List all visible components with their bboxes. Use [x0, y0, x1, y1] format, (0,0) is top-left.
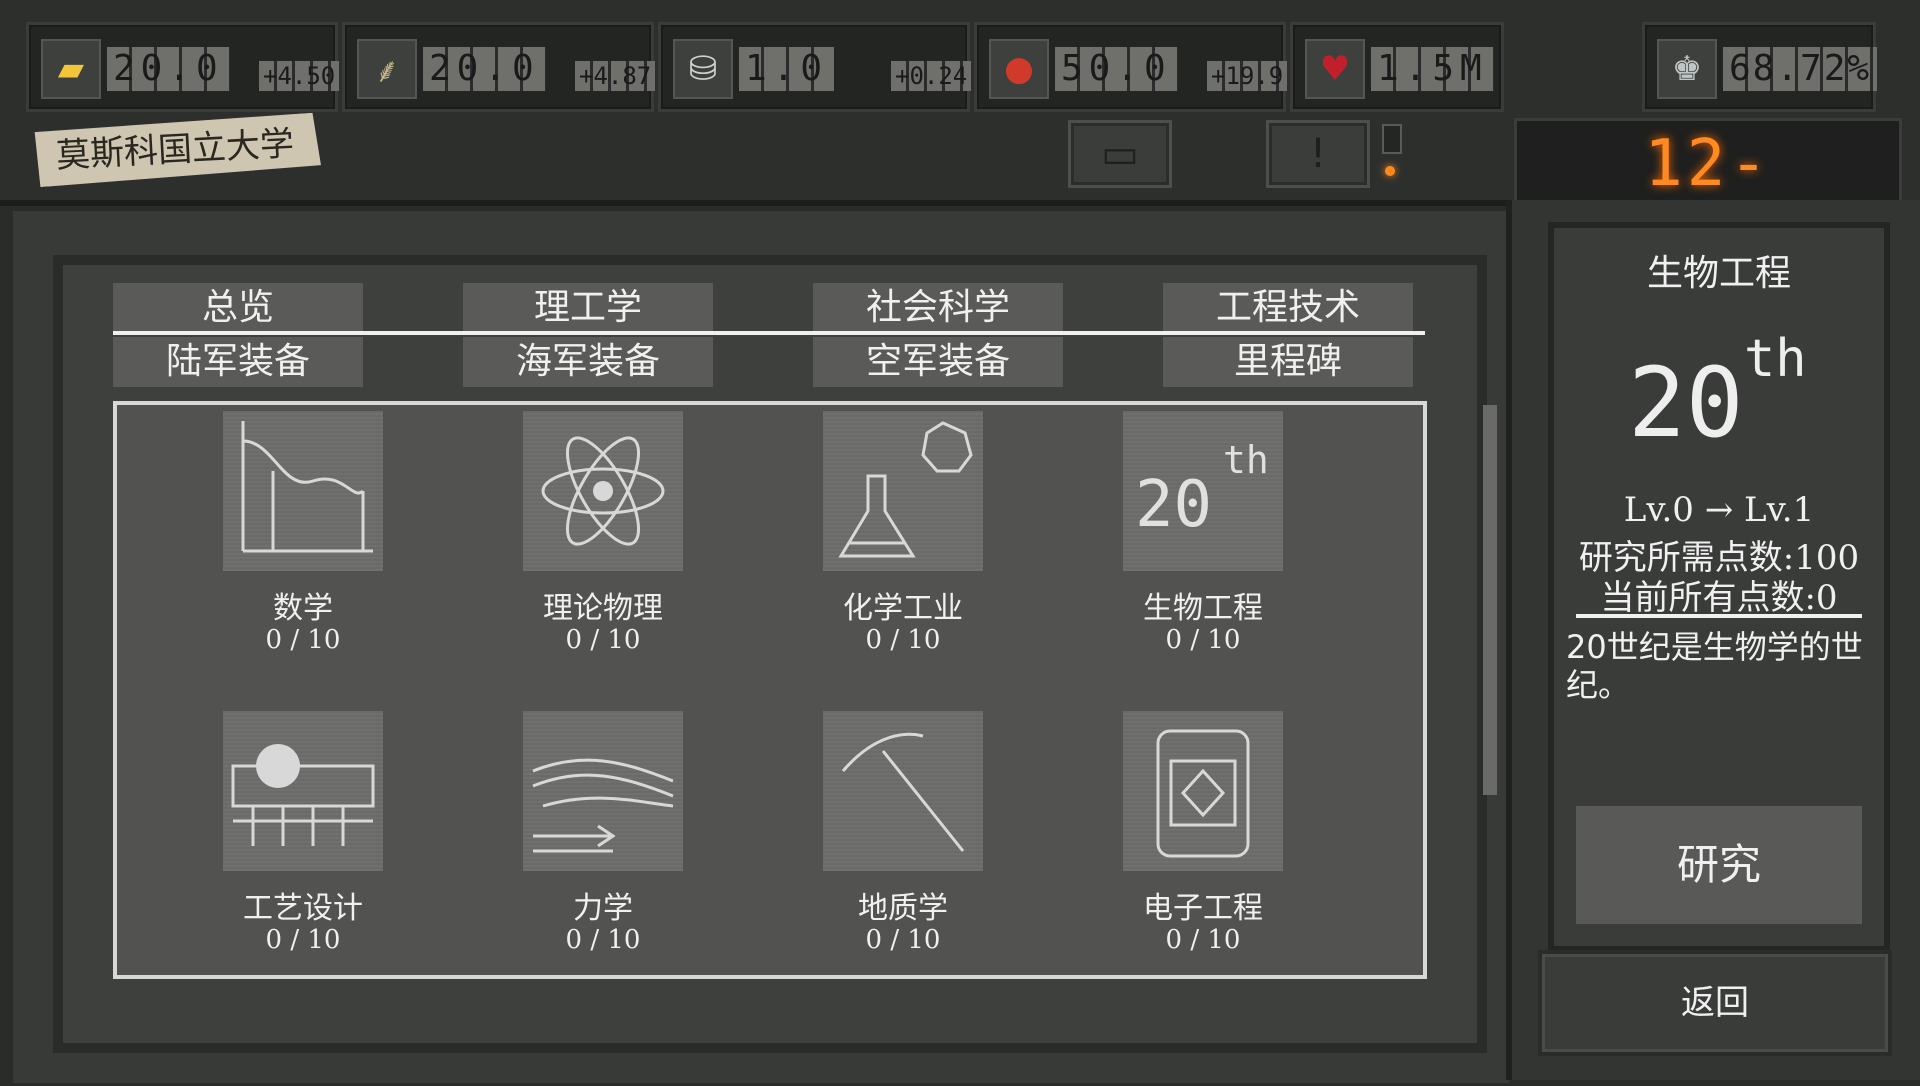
research-grid: 数学 0 / 10 理论物理 0 / 10 化学工业 0 / 10 20th 生… — [113, 401, 1497, 981]
alert-indicator — [1382, 124, 1402, 154]
exclamation-icon: ! — [1309, 131, 1327, 177]
resource-delta: +19.9 — [1207, 61, 1288, 91]
tab-engineering[interactable]: 工程技术 — [1163, 283, 1413, 333]
svg-text:th: th — [1223, 438, 1269, 482]
wheat-icon: ⸙ — [357, 39, 417, 99]
resource-value: 20.0 — [423, 47, 546, 91]
research-item-geology[interactable]: 地质学 0 / 10 — [823, 711, 983, 981]
approval-icon: ♚ — [1657, 39, 1717, 99]
svg-text:20: 20 — [1135, 468, 1212, 542]
resource-food[interactable]: ⸙ 20.0 +4.87 — [342, 22, 656, 112]
gold-bar-icon: ▰ — [41, 39, 101, 99]
research-item-electronic-engineering[interactable]: 电子工程 0 / 10 — [1123, 711, 1283, 981]
research-item-mechanics[interactable]: 力学 0 / 10 — [523, 711, 683, 981]
research-item-name: 力学 — [573, 891, 633, 926]
detail-sidebar: 生物工程 20th Lv.0 → Lv.1 研究所需点数:100 当前所有点数:… — [1506, 200, 1920, 1080]
detail-description: 20世纪是生物学的世纪。 — [1566, 628, 1863, 704]
tab-overview[interactable]: 总览 — [113, 283, 363, 333]
research-detail-panel: 生物工程 20th Lv.0 → Lv.1 研究所需点数:100 当前所有点数:… — [1548, 222, 1890, 952]
research-item-process-design[interactable]: 工艺设计 0 / 10 — [223, 711, 383, 981]
oil-barrel-icon: ⛁ — [673, 39, 733, 99]
meat-icon: ● — [989, 39, 1049, 99]
research-item-name: 工艺设计 — [243, 891, 363, 926]
research-item-name: 生物工程 — [1143, 591, 1263, 626]
graph-icon — [223, 411, 383, 571]
research-item-progress: 0 / 10 — [1165, 625, 1241, 655]
svg-text:20: 20 — [1628, 347, 1744, 444]
twentieth-century-icon: 20th — [1123, 411, 1283, 571]
research-item-name: 理论物理 — [543, 591, 663, 626]
research-item-theoretical-physics[interactable]: 理论物理 0 / 10 — [523, 411, 683, 681]
resource-population[interactable]: ♥ 1.5M — [1290, 22, 1504, 112]
tab-air-equipment[interactable]: 空军装备 — [813, 337, 1063, 387]
radio-icon — [1123, 711, 1283, 871]
resource-value: 20.0 — [107, 47, 230, 91]
university-name-label: 莫斯科国立大学 — [29, 112, 322, 187]
detail-current-points: 当前所有点数:0 — [1600, 578, 1838, 618]
date-display: 12-30.1922 — [1514, 118, 1902, 287]
resource-delta: +4.50 — [259, 61, 340, 91]
alert-led — [1385, 166, 1395, 176]
heart-icon: ♥ — [1305, 39, 1365, 99]
tab-milestones[interactable]: 里程碑 — [1163, 337, 1413, 387]
atom-icon — [523, 411, 683, 571]
resource-delta: +0.24 — [891, 61, 972, 91]
research-item-name: 地质学 — [858, 891, 948, 926]
research-item-math[interactable]: 数学 0 / 10 — [223, 411, 383, 681]
book-icon: ▭ — [1101, 131, 1139, 177]
research-item-progress: 0 / 10 — [265, 925, 341, 955]
airflow-icon — [523, 711, 683, 871]
research-button[interactable]: 研究 — [1576, 806, 1862, 924]
flask-icon — [823, 411, 983, 571]
top-bar: ▰ 20.0 +4.50 ⸙ 20.0 +4.87 ⛁ 1.0 +0.24 ● … — [0, 0, 1920, 287]
research-item-bioengineering[interactable]: 20th 生物工程 0 / 10 — [1123, 411, 1283, 681]
research-item-progress: 0 / 10 — [565, 625, 641, 655]
resource-delta: +4.87 — [575, 61, 656, 91]
alert-button[interactable]: ! — [1266, 120, 1370, 188]
grid-scrollbar[interactable] — [1483, 405, 1497, 795]
research-item-progress: 0 / 10 — [865, 625, 941, 655]
resource-gold[interactable]: ▰ 20.0 +4.50 — [26, 22, 340, 112]
tab-science[interactable]: 理工学 — [463, 283, 713, 333]
detail-divider — [1576, 614, 1862, 618]
tab-navy-equipment[interactable]: 海军装备 — [463, 337, 713, 387]
research-inner-panel: 总览 理工学 社会科学 工程技术 陆军装备 海军装备 空军装备 里程碑 数学 0… — [53, 255, 1497, 1053]
research-item-progress: 0 / 10 — [565, 925, 641, 955]
research-item-name: 电子工程 — [1143, 891, 1263, 926]
tab-divider — [113, 331, 1425, 335]
research-item-name: 化学工业 — [843, 591, 963, 626]
tab-army-equipment[interactable]: 陆军装备 — [113, 337, 363, 387]
research-item-name: 数学 — [273, 591, 333, 626]
research-panel: 总览 理工学 社会科学 工程技术 陆军装备 海军装备 空军装备 里程碑 数学 0… — [10, 208, 1512, 1086]
research-item-progress: 0 / 10 — [265, 625, 341, 655]
encyclopedia-button[interactable]: ▭ — [1068, 120, 1172, 188]
twentieth-century-icon: 20th — [1624, 324, 1814, 459]
resource-value: 50.0 — [1055, 47, 1178, 91]
research-item-progress: 0 / 10 — [1165, 925, 1241, 955]
resource-value: 1.0 — [739, 47, 835, 91]
research-item-chemical-industry[interactable]: 化学工业 0 / 10 — [823, 411, 983, 681]
detail-title: 生物工程 — [1646, 253, 1791, 294]
back-button[interactable]: 返回 — [1538, 950, 1892, 1056]
resource-oil[interactable]: ⛁ 1.0 +0.24 — [658, 22, 972, 112]
svg-text:th: th — [1744, 329, 1807, 389]
detail-level: Lv.0 → Lv.1 — [1623, 490, 1815, 530]
resource-value: 1.5M — [1371, 47, 1494, 91]
workbench-icon — [223, 711, 383, 871]
resource-approval[interactable]: ♚ 68.72% — [1642, 22, 1878, 112]
resource-value: 68.72% — [1723, 47, 1878, 91]
resource-meat[interactable]: ● 50.0 +19.9 — [974, 22, 1288, 112]
tab-social-science[interactable]: 社会科学 — [813, 283, 1063, 333]
pickaxe-icon — [823, 711, 983, 871]
research-item-progress: 0 / 10 — [865, 925, 941, 955]
